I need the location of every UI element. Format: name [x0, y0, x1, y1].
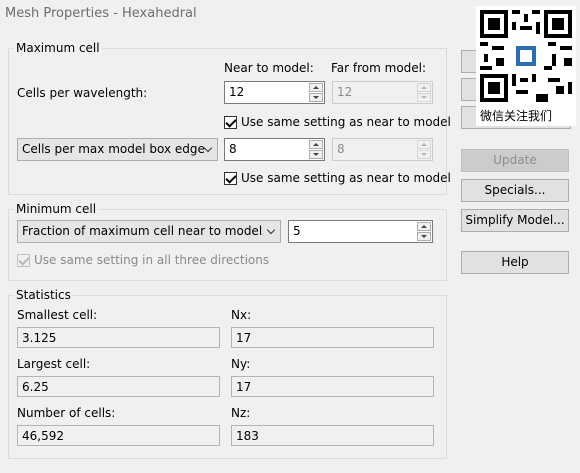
nz-label: Nz:	[231, 406, 251, 420]
far-from-model-header: Far from model:	[331, 61, 427, 75]
largest-cell-label: Largest cell:	[17, 357, 91, 371]
max-box-edge-far-stepper: 8	[332, 138, 433, 161]
stepper-value: 12	[337, 85, 353, 99]
minimum-cell-legend: Minimum cell	[14, 202, 99, 216]
near-to-model-header: Near to model:	[224, 61, 314, 75]
field-value: 17	[236, 331, 252, 345]
max-cell-mode-dropdown[interactable]: Cells per max model box edge	[17, 138, 218, 161]
spin-up-icon[interactable]	[309, 140, 323, 149]
dropdown-value: Cells per max model box edge	[22, 142, 205, 156]
spin-down-icon	[417, 150, 431, 159]
field-value: 17	[236, 380, 252, 394]
max-box-edge-near-stepper[interactable]: 8	[224, 138, 325, 161]
spin-down-icon[interactable]	[309, 150, 323, 159]
spin-down-icon[interactable]	[417, 232, 431, 241]
stepper-value: 5	[293, 224, 301, 238]
spin-up-icon	[417, 83, 431, 92]
field-value: 183	[236, 429, 259, 443]
number-of-cells-label: Number of cells:	[17, 406, 116, 420]
dropdown-value: Fraction of maximum cell near to model	[22, 224, 263, 238]
field-value: 6.25	[22, 380, 49, 394]
checkbox-checked-icon[interactable]	[224, 116, 237, 129]
smallest-cell-field: 3.125	[17, 327, 220, 348]
number-of-cells-field: 46,592	[17, 425, 220, 446]
window-title: Mesh Properties - Hexahedral	[5, 6, 197, 21]
nx-field: 17	[231, 327, 434, 348]
checkbox-label: Use same setting as near to model	[241, 115, 451, 129]
spin-up-icon[interactable]	[309, 83, 323, 92]
checkbox-checked-icon[interactable]	[224, 172, 237, 185]
spin-up-icon	[417, 140, 431, 149]
update-button[interactable]: Update	[461, 149, 569, 172]
spin-down-icon[interactable]	[309, 93, 323, 102]
field-value: 46,592	[22, 429, 64, 443]
specials-button[interactable]: Specials...	[461, 179, 569, 202]
qr-caption: 微信关注我们	[480, 109, 553, 123]
statistics-legend: Statistics	[14, 288, 73, 302]
qr-code-icon	[476, 6, 576, 106]
stepper-value: 8	[337, 142, 345, 156]
simplify-model-button[interactable]: Simplify Model...	[461, 209, 569, 232]
ny-field: 17	[231, 376, 434, 397]
cells-per-wavelength-far-stepper: 12	[332, 81, 433, 104]
min-cell-mode-dropdown[interactable]: Fraction of maximum cell near to model	[17, 220, 281, 243]
checkbox-label: Use same setting as near to model	[241, 171, 451, 185]
min-cell-value-stepper[interactable]: 5	[288, 220, 433, 243]
field-value: 3.125	[22, 331, 57, 345]
stepper-value: 8	[229, 142, 237, 156]
chevron-down-icon	[266, 225, 276, 235]
spin-down-icon	[417, 93, 431, 102]
checkbox-checked-icon	[17, 254, 30, 267]
largest-cell-field: 6.25	[17, 376, 220, 397]
smallest-cell-label: Smallest cell:	[17, 308, 98, 322]
cells-per-wavelength-label: Cells per wavelength:	[17, 86, 148, 100]
cells-per-wavelength-near-stepper[interactable]: 12	[224, 81, 325, 104]
nz-field: 183	[231, 425, 434, 446]
ny-label: Ny:	[231, 357, 251, 371]
stepper-value: 12	[229, 85, 245, 99]
spin-up-icon[interactable]	[417, 222, 431, 231]
checkbox-label: Use same setting in all three directions	[34, 253, 270, 267]
nx-label: Nx:	[231, 308, 252, 322]
help-button[interactable]: Help	[461, 251, 569, 274]
chevron-down-icon	[203, 143, 213, 153]
maximum-cell-legend: Maximum cell	[14, 41, 102, 55]
